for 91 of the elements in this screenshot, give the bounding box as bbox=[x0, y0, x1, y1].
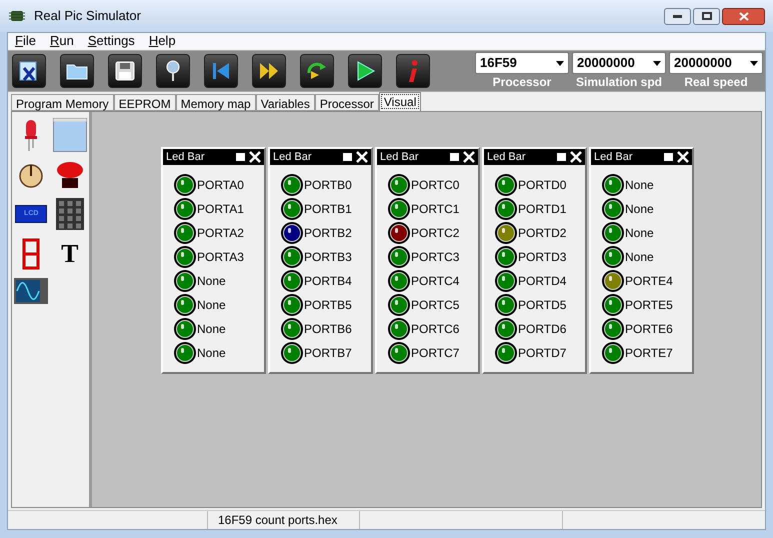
led-label: PORTC5 bbox=[411, 297, 460, 314]
close-icon[interactable] bbox=[570, 151, 582, 163]
led-label: PORTD3 bbox=[518, 249, 566, 266]
led-label: PORTB6 bbox=[304, 321, 352, 338]
led-label: PORTC7 bbox=[411, 345, 460, 362]
maximize-button[interactable] bbox=[693, 8, 720, 24]
tab[interactable]: EEPROM bbox=[114, 94, 176, 111]
panel-title: Led Bar bbox=[380, 150, 420, 165]
led-label: PORTD0 bbox=[518, 177, 566, 194]
toolbar-button[interactable] bbox=[12, 54, 46, 88]
dropdown[interactable]: 20000000 bbox=[572, 52, 666, 74]
window-title: Real Pic Simulator bbox=[34, 7, 141, 26]
led-label: PORTD7 bbox=[518, 345, 566, 362]
led-label: None bbox=[197, 297, 226, 314]
toolbar-button[interactable] bbox=[156, 54, 190, 88]
tab[interactable]: Variables bbox=[256, 94, 315, 111]
led-label: PORTB1 bbox=[304, 201, 352, 218]
dropdown-caption: Simulation spd bbox=[576, 74, 662, 90]
text-tool[interactable]: T bbox=[61, 241, 78, 267]
led-icon[interactable] bbox=[24, 118, 38, 152]
close-icon[interactable] bbox=[677, 151, 689, 163]
menu-item[interactable]: Settings bbox=[88, 31, 135, 51]
toolbar-button[interactable] bbox=[252, 54, 286, 88]
keypad-icon[interactable] bbox=[56, 198, 84, 230]
dropdown-caption: Processor bbox=[492, 74, 552, 90]
tab[interactable]: Visual bbox=[378, 92, 422, 111]
led-label: PORTB3 bbox=[304, 249, 352, 266]
led-label: PORTE5 bbox=[625, 297, 673, 314]
minimize-button[interactable] bbox=[664, 8, 691, 24]
led-label: PORTD5 bbox=[518, 297, 566, 314]
panel-title: Led Bar bbox=[166, 150, 206, 165]
close-icon[interactable] bbox=[356, 151, 368, 163]
led-label: PORTE7 bbox=[625, 345, 673, 362]
toolbar-button[interactable] bbox=[60, 54, 94, 88]
menu-item[interactable]: Run bbox=[50, 31, 74, 51]
status-file: 16F59 count ports.hex bbox=[218, 512, 338, 529]
menu-item[interactable]: File bbox=[15, 31, 36, 51]
led-label: PORTB5 bbox=[304, 297, 352, 314]
led-label: PORTA1 bbox=[197, 201, 244, 218]
led-label: PORTC0 bbox=[411, 177, 460, 194]
led-label: PORTB2 bbox=[304, 225, 352, 242]
tab[interactable]: Processor bbox=[314, 94, 379, 111]
caret-icon bbox=[556, 60, 564, 66]
led-label: PORTA0 bbox=[197, 177, 244, 194]
caret-icon bbox=[653, 60, 661, 66]
led-label: None bbox=[625, 225, 654, 242]
led-label: PORTD4 bbox=[518, 273, 566, 290]
panel-title: Led Bar bbox=[487, 150, 527, 165]
led-label: None bbox=[197, 321, 226, 338]
led-label: None bbox=[625, 177, 654, 194]
close-button[interactable] bbox=[722, 8, 765, 24]
led-label: PORTC6 bbox=[411, 321, 460, 338]
led-label: None bbox=[197, 345, 226, 362]
panel-title: Led Bar bbox=[594, 150, 634, 165]
led-label: PORTC3 bbox=[411, 249, 460, 266]
panel-title: Led Bar bbox=[273, 150, 313, 165]
dropdown-caption: Real speed bbox=[684, 74, 748, 90]
push-button-icon[interactable] bbox=[54, 160, 85, 190]
close-icon[interactable] bbox=[249, 151, 261, 163]
toolbar-button[interactable] bbox=[348, 54, 382, 88]
led-label: PORTE4 bbox=[625, 273, 673, 290]
close-icon bbox=[738, 12, 748, 20]
dropdown[interactable]: 16F59 bbox=[475, 52, 569, 74]
led-label: PORTB7 bbox=[304, 345, 352, 362]
led-label: None bbox=[625, 249, 654, 266]
caret-icon bbox=[750, 60, 758, 66]
menu-item[interactable]: Help bbox=[148, 31, 176, 51]
led-label: PORTB4 bbox=[304, 273, 352, 290]
led-label: PORTA2 bbox=[197, 225, 244, 242]
chip-icon bbox=[8, 8, 26, 24]
dropdown[interactable]: 20000000 bbox=[669, 52, 763, 74]
close-icon[interactable] bbox=[463, 151, 475, 163]
led-label: PORTC2 bbox=[411, 225, 460, 242]
led-label: PORTE6 bbox=[625, 321, 673, 338]
led-label: PORTD1 bbox=[518, 201, 566, 218]
led-label: PORTB0 bbox=[304, 177, 352, 194]
tab[interactable]: Memory map bbox=[176, 94, 256, 111]
oscilloscope-icon[interactable] bbox=[14, 278, 48, 304]
led-label: PORTC4 bbox=[411, 273, 460, 290]
led-label: PORTC1 bbox=[411, 201, 460, 218]
led-label: PORTA3 bbox=[197, 249, 244, 266]
led-label: None bbox=[197, 273, 226, 290]
terminal-window-icon[interactable] bbox=[52, 118, 87, 152]
tab[interactable]: Program Memory bbox=[11, 94, 114, 111]
toolbar-button[interactable] bbox=[300, 54, 334, 88]
info-icon bbox=[408, 60, 418, 82]
led-label: PORTD6 bbox=[518, 321, 566, 338]
led-label: PORTD2 bbox=[518, 225, 566, 242]
toolbar-button[interactable] bbox=[108, 54, 142, 88]
seven-segment-icon[interactable] bbox=[20, 238, 42, 270]
led-label: None bbox=[625, 201, 654, 218]
